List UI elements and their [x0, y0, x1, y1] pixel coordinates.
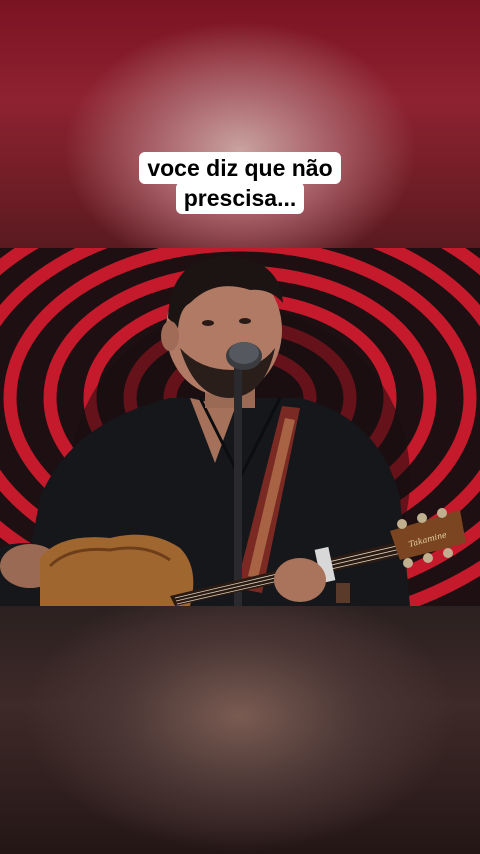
caption-overlay: voce diz que não prescisa... — [0, 152, 480, 214]
caption-line-1: voce diz que não — [139, 152, 341, 184]
video-scene: Takamine — [0, 248, 480, 606]
video-frame[interactable]: Takamine — [0, 248, 480, 606]
blurred-background-bottom — [0, 606, 480, 854]
caption-line-2: prescisa... — [175, 182, 305, 214]
